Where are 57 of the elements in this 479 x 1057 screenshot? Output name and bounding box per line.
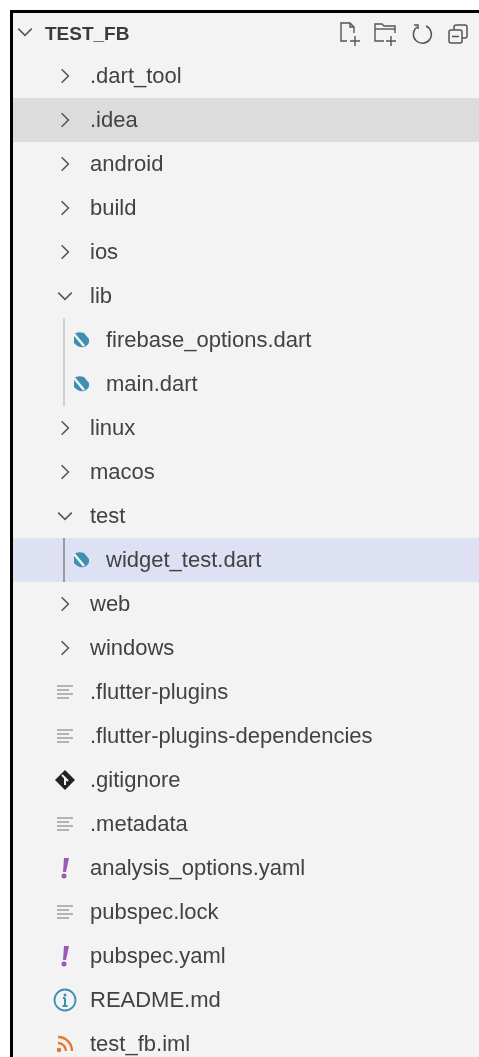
folder-name: web xyxy=(90,591,131,617)
file-row[interactable]: pubspec.lock xyxy=(13,890,479,934)
lines-file-icon xyxy=(56,728,74,744)
file-row[interactable]: .gitignore xyxy=(13,758,479,802)
folder-row[interactable]: ios xyxy=(13,230,479,274)
folder-row[interactable]: .idea xyxy=(13,98,479,142)
folder-name: .dart_tool xyxy=(90,63,182,89)
diamond-file-icon xyxy=(54,769,76,791)
file-row[interactable]: main.dart xyxy=(13,362,479,406)
folder-row[interactable]: lib xyxy=(13,274,479,318)
folder-name: windows xyxy=(90,635,175,661)
file-name: README.md xyxy=(90,987,221,1013)
folder-row[interactable]: macos xyxy=(13,450,479,494)
file-name: main.dart xyxy=(106,371,198,397)
file-row[interactable]: .flutter-plugins-dependencies xyxy=(13,714,479,758)
exclamation-file-icon xyxy=(60,857,70,879)
dart-file-icon xyxy=(70,550,92,570)
folder-row[interactable]: windows xyxy=(13,626,479,670)
file-name: firebase_options.dart xyxy=(106,327,312,353)
folder-name: build xyxy=(90,195,137,221)
file-name: .flutter-plugins-dependencies xyxy=(90,723,373,749)
file-row[interactable]: widget_test.dart xyxy=(13,538,479,582)
file-name: .metadata xyxy=(90,811,188,837)
folder-row[interactable]: test xyxy=(13,494,479,538)
file-row[interactable]: firebase_options.dart xyxy=(13,318,479,362)
file-name: test_fb.iml xyxy=(90,1031,191,1057)
file-row[interactable]: .metadata xyxy=(13,802,479,846)
file-name: .gitignore xyxy=(90,767,181,793)
file-name: widget_test.dart xyxy=(106,547,262,573)
file-row[interactable]: .flutter-plugins xyxy=(13,670,479,714)
folder-name: lib xyxy=(90,283,112,309)
feed-file-icon xyxy=(56,1035,74,1053)
info-file-icon xyxy=(53,988,77,1012)
folder-name: macos xyxy=(90,459,155,485)
lines-file-icon xyxy=(56,816,74,832)
folder-name: android xyxy=(90,151,164,177)
file-row[interactable]: pubspec.yaml xyxy=(13,934,479,978)
folder-name: test xyxy=(90,503,126,529)
folder-row[interactable]: linux xyxy=(13,406,479,450)
file-name: pubspec.lock xyxy=(90,899,219,925)
lines-file-icon xyxy=(56,904,74,920)
explorer-title: TEST_FB xyxy=(45,22,130,45)
folder-name: linux xyxy=(90,415,136,441)
folder-row[interactable]: build xyxy=(13,186,479,230)
folder-name: .idea xyxy=(90,107,138,133)
exclamation-file-icon xyxy=(60,945,70,967)
file-row[interactable]: test_fb.iml xyxy=(13,1022,479,1057)
folder-row[interactable]: android xyxy=(13,142,479,186)
file-row[interactable]: analysis_options.yaml xyxy=(13,846,479,890)
file-name: pubspec.yaml xyxy=(90,943,226,969)
lines-file-icon xyxy=(56,684,74,700)
folder-name: ios xyxy=(90,239,119,265)
folder-row[interactable]: .dart_tool xyxy=(13,54,479,98)
folder-row[interactable]: web xyxy=(13,582,479,626)
file-name: .flutter-plugins xyxy=(90,679,229,705)
file-row[interactable]: README.md xyxy=(13,978,479,1022)
file-name: analysis_options.yaml xyxy=(90,855,306,881)
